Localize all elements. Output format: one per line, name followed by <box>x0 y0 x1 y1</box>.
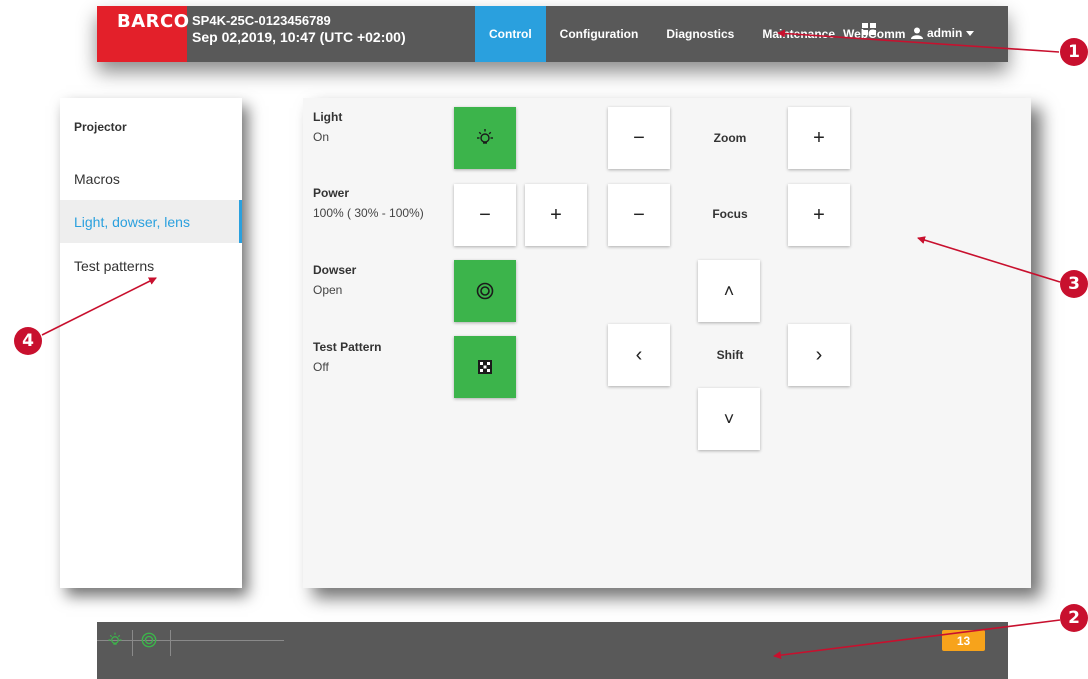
tab-configuration[interactable]: Configuration <box>546 6 653 62</box>
user-name: admin <box>927 26 963 40</box>
focus-out-button[interactable]: − <box>608 184 670 246</box>
tab-diagnostics[interactable]: Diagnostics <box>652 6 748 62</box>
device-info: SP4K-25C-0123456789 Sep 02,2019, 10:47 (… <box>192 12 406 46</box>
control-panel: Light On Power 100% ( 30% - 100%) Dowser… <box>303 98 1031 588</box>
test-pattern-label: Test Pattern <box>313 340 382 354</box>
status-divider-line <box>97 640 284 641</box>
device-name: SP4K-25C-0123456789 <box>192 13 331 28</box>
tab-maintenance[interactable]: Maintenance <box>748 6 839 62</box>
sidebar-item-macros[interactable]: Macros <box>60 157 242 200</box>
zoom-label: Zoom <box>713 131 747 145</box>
chevron-down-icon <box>966 30 975 36</box>
callout-marker-3: 3 <box>1060 270 1088 298</box>
test-pattern-value: Off <box>313 360 329 374</box>
light-label: Light <box>313 110 343 124</box>
zoom-in-button[interactable]: + <box>788 107 850 169</box>
sidebar: Projector Macros Light, dowser, lens Tes… <box>60 98 242 588</box>
main-nav: Control Configuration Diagnostics Mainte… <box>475 6 919 62</box>
device-datetime: Sep 02,2019, 10:47 (UTC +02:00) <box>192 29 406 45</box>
dowser-toggle-button[interactable] <box>454 260 516 322</box>
status-separator <box>132 630 133 656</box>
sidebar-item-light-dowser-lens[interactable]: Light, dowser, lens <box>60 200 242 243</box>
status-separator <box>170 630 171 656</box>
dowser-label: Dowser <box>313 263 357 277</box>
top-header-bar: BARCO SP4K-25C-0123456789 Sep 02,2019, 1… <box>97 6 1008 62</box>
user-menu[interactable]: admin <box>911 26 975 40</box>
shift-up-button[interactable]: ˄ <box>698 260 760 322</box>
light-toggle-button[interactable] <box>454 107 516 169</box>
shift-right-button[interactable]: › <box>788 324 850 386</box>
lightbulb-icon <box>477 129 493 144</box>
test-pattern-toggle-button[interactable] <box>454 336 516 398</box>
tab-webcomm[interactable]: WebComm <box>839 6 919 62</box>
bottom-status-bar: 13 <box>97 622 1008 679</box>
power-label: Power <box>313 186 350 200</box>
sidebar-item-test-patterns[interactable]: Test patterns <box>60 244 242 287</box>
shift-down-button[interactable]: ˅ <box>698 388 760 450</box>
dowser-status-icon <box>141 632 157 648</box>
power-decrease-button[interactable]: − <box>454 184 516 246</box>
focus-label: Focus <box>712 207 748 221</box>
zoom-out-button[interactable]: − <box>608 107 670 169</box>
callout-marker-2: 2 <box>1060 604 1088 632</box>
power-increase-button[interactable]: + <box>525 184 587 246</box>
light-value: On <box>313 130 330 144</box>
tab-control[interactable]: Control <box>475 6 546 62</box>
dowser-icon <box>476 282 494 300</box>
shift-left-button[interactable]: ‹ <box>608 324 670 386</box>
sidebar-title: Projector <box>74 120 127 134</box>
test-pattern-icon <box>478 360 492 374</box>
power-value: 100% ( 30% - 100%) <box>313 206 424 220</box>
callout-marker-1: 1 <box>1060 38 1088 66</box>
notification-badge[interactable]: 13 <box>942 630 985 651</box>
barco-logo: BARCO <box>97 6 189 62</box>
light-status-icon <box>108 632 122 645</box>
dowser-value: Open <box>313 283 343 297</box>
user-icon <box>911 27 923 39</box>
focus-in-button[interactable]: + <box>788 184 850 246</box>
callout-marker-4: 4 <box>14 327 42 355</box>
dashboard-grid-icon[interactable] <box>862 23 876 35</box>
shift-label: Shift <box>716 348 744 362</box>
